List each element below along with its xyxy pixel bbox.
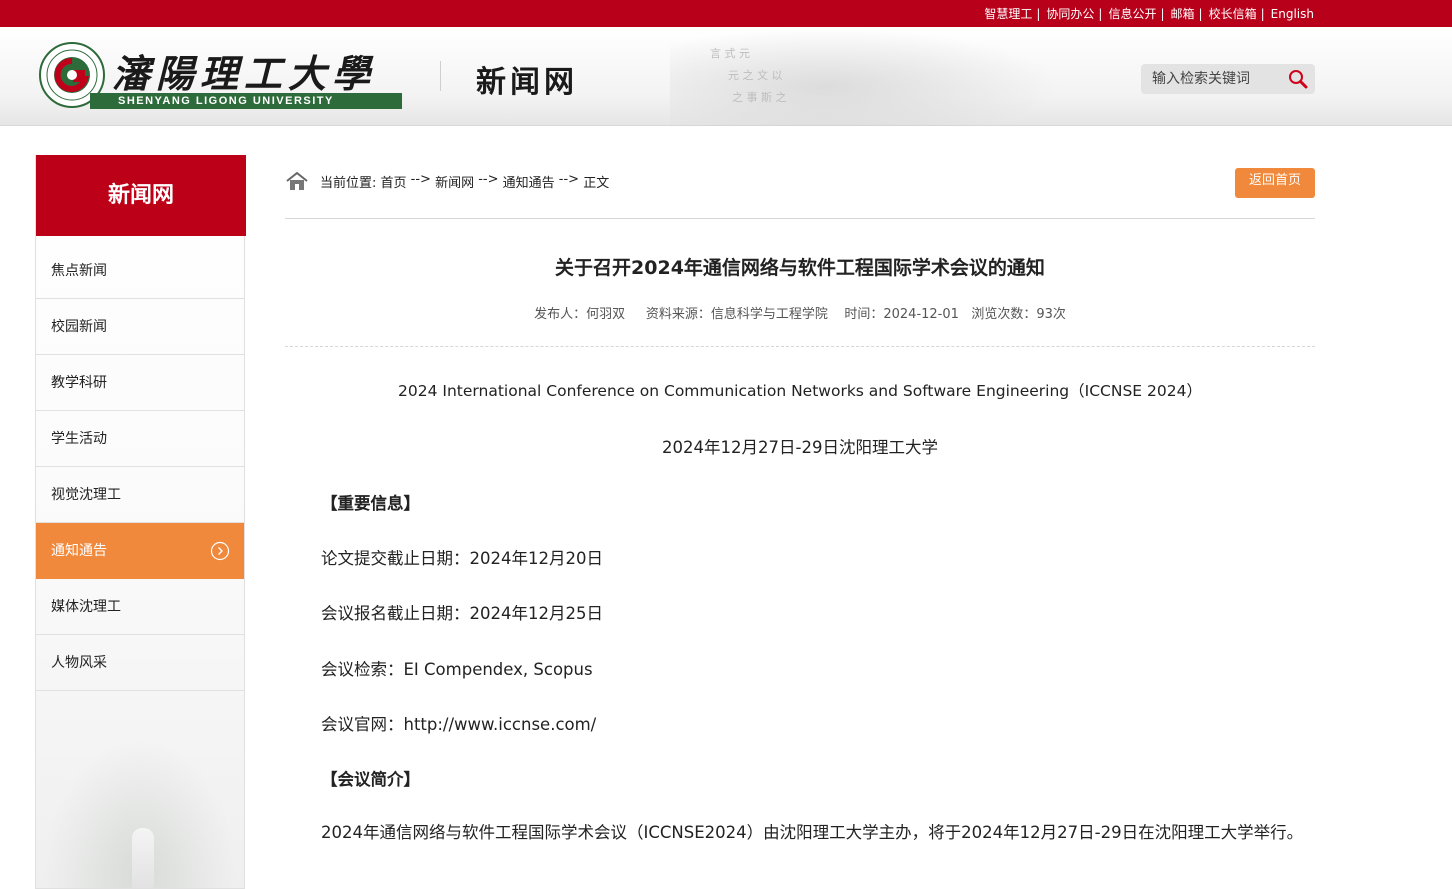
sidebar-item-campus-news[interactable]: 校园新闻 xyxy=(36,299,244,355)
meta-spacer xyxy=(828,307,845,322)
sidebar-item-teaching-research[interactable]: 教学科研 xyxy=(36,355,244,411)
separator: | xyxy=(1098,6,1103,21)
logo-english-name: SHENYANG LIGONG UNIVERSITY xyxy=(90,93,402,109)
top-link-mail[interactable]: 邮箱 xyxy=(1171,5,1195,22)
search-input[interactable] xyxy=(1141,64,1281,94)
breadcrumb-separator: --> xyxy=(554,172,584,187)
conference-website[interactable]: 会议官网：http://www.iccnse.com/ xyxy=(321,711,596,735)
meta-spacer xyxy=(625,307,646,322)
article-title: 关于召开2024年通信网络与软件工程国际学术会议的通知 xyxy=(555,257,1045,279)
top-link-president-mailbox[interactable]: 校长信箱 xyxy=(1209,5,1257,22)
sidebar-item-label: 媒体沈理工 xyxy=(51,599,121,615)
sidebar-title: 新闻网 xyxy=(36,155,246,236)
top-link-smart[interactable]: 智慧理工 xyxy=(984,5,1032,22)
logo-chinese-name: 瀋陽理工大學 xyxy=(112,51,377,96)
meta-time: 时间：2024-12-01 xyxy=(844,307,959,322)
search-icon[interactable] xyxy=(1287,68,1309,90)
meta-author: 发布人：何羽双 xyxy=(534,307,626,322)
sidebar-decoration xyxy=(36,728,244,888)
separator: | xyxy=(1198,6,1203,21)
sidebar-item-people[interactable]: 人物风采 xyxy=(36,635,244,691)
breadcrumb: 当前位置: 首页 --> 新闻网 --> 通知通告 --> 正文 xyxy=(320,172,609,191)
sidebar-item-student-activities[interactable]: 学生活动 xyxy=(36,411,244,467)
article-meta: 发布人：何羽双 资料来源：信息科学与工程学院 时间：2024-12-01 浏览次… xyxy=(285,303,1315,322)
conference-intro-paragraph: 2024年通信网络与软件工程国际学术会议（ICCNSE2024）由沈阳理工大学主… xyxy=(321,823,1304,842)
breadcrumb-separator: --> xyxy=(474,172,503,187)
sidebar-item-media[interactable]: 媒体沈理工 xyxy=(36,579,244,635)
sidebar: 新闻网 焦点新闻 校园新闻 教学科研 学生活动 视觉沈理工 通知通告 媒体沈理工… xyxy=(35,155,246,889)
breadcrumb-news[interactable]: 新闻网 xyxy=(435,172,474,191)
breadcrumb-prefix: 当前位置: xyxy=(320,176,381,191)
top-bar: 智慧理工 | 协同办公 | 信息公开 | 邮箱 | 校长信箱 | English xyxy=(0,0,1452,27)
conference-name-en: 2024 International Conference on Communi… xyxy=(398,382,1202,400)
meta-spacer xyxy=(959,307,971,322)
sidebar-item-label: 人物风采 xyxy=(51,655,107,671)
university-logo[interactable]: 瀋陽理工大學 SHENYANG LIGONG UNIVERSITY xyxy=(38,41,404,111)
separator: | xyxy=(1260,6,1265,21)
site-name: 新闻网 xyxy=(476,65,578,100)
registration-deadline: 会议报名截止日期：2024年12月25日 xyxy=(321,604,603,623)
home-icon xyxy=(286,171,308,190)
decoration-glyph: 言 式 元 xyxy=(710,47,750,60)
tower-image xyxy=(132,828,154,888)
decoration-glyph: 之 事 斯 之 xyxy=(732,91,787,104)
breadcrumb-home[interactable]: 首页 xyxy=(381,172,407,191)
sidebar-item-label: 视觉沈理工 xyxy=(51,487,121,503)
top-link-office[interactable]: 协同办公 xyxy=(1046,5,1094,22)
decoration-glyph: 元 之 文 以 xyxy=(728,69,783,82)
header-divider xyxy=(440,61,441,91)
meta-source: 资料来源：信息科学与工程学院 xyxy=(645,307,828,322)
sidebar-item-visual[interactable]: 视觉沈理工 xyxy=(36,467,244,523)
separator: | xyxy=(1036,6,1041,21)
sidebar-item-notices[interactable]: 通知通告 xyxy=(36,523,244,579)
breadcrumb-notices[interactable]: 通知通告 xyxy=(503,172,555,191)
sidebar-item-label: 通知通告 xyxy=(51,543,107,559)
conference-date-place: 2024年12月27日-29日沈阳理工大学 xyxy=(662,438,938,457)
section-important-info: 【重要信息】 xyxy=(321,494,420,513)
sidebar-menu: 焦点新闻 校园新闻 教学科研 学生活动 视觉沈理工 通知通告 媒体沈理工 人物风… xyxy=(36,243,244,691)
paper-deadline: 论文提交截止日期：2024年12月20日 xyxy=(321,549,603,568)
sidebar-item-label: 教学科研 xyxy=(51,375,107,391)
section-introduction: 【会议简介】 xyxy=(321,770,420,789)
conference-indexing: 会议检索：EI Compendex, Scopus xyxy=(321,660,593,679)
breadcrumb-separator: --> xyxy=(406,172,436,187)
chevron-right-circle-icon xyxy=(210,541,230,561)
separator: | xyxy=(1160,6,1165,21)
header-decoration: 言 式 元 元 之 文 以 之 事 斯 之 xyxy=(670,27,1060,126)
sidebar-item-label: 焦点新闻 xyxy=(51,263,107,279)
sidebar-item-label: 学生活动 xyxy=(51,431,107,447)
search-box xyxy=(1141,64,1315,94)
site-header: 言 式 元 元 之 文 以 之 事 斯 之 瀋陽理工大學 SHENYANG LI… xyxy=(0,27,1452,126)
breadcrumb-bar: 当前位置: 首页 --> 新闻网 --> 通知通告 --> 正文 返回首页 xyxy=(285,168,1315,219)
sidebar-item-label: 校园新闻 xyxy=(51,319,107,335)
meta-views: 浏览次数：93次 xyxy=(971,307,1066,322)
top-link-english[interactable]: English xyxy=(1271,7,1314,21)
back-home-button[interactable]: 返回首页 xyxy=(1235,168,1315,198)
breadcrumb-current: 正文 xyxy=(583,176,610,191)
top-link-info[interactable]: 信息公开 xyxy=(1108,5,1156,22)
sidebar-item-focus-news[interactable]: 焦点新闻 xyxy=(36,243,244,299)
top-links: 智慧理工 | 协同办公 | 信息公开 | 邮箱 | 校长信箱 | English xyxy=(984,5,1314,22)
title-divider xyxy=(285,346,1315,347)
